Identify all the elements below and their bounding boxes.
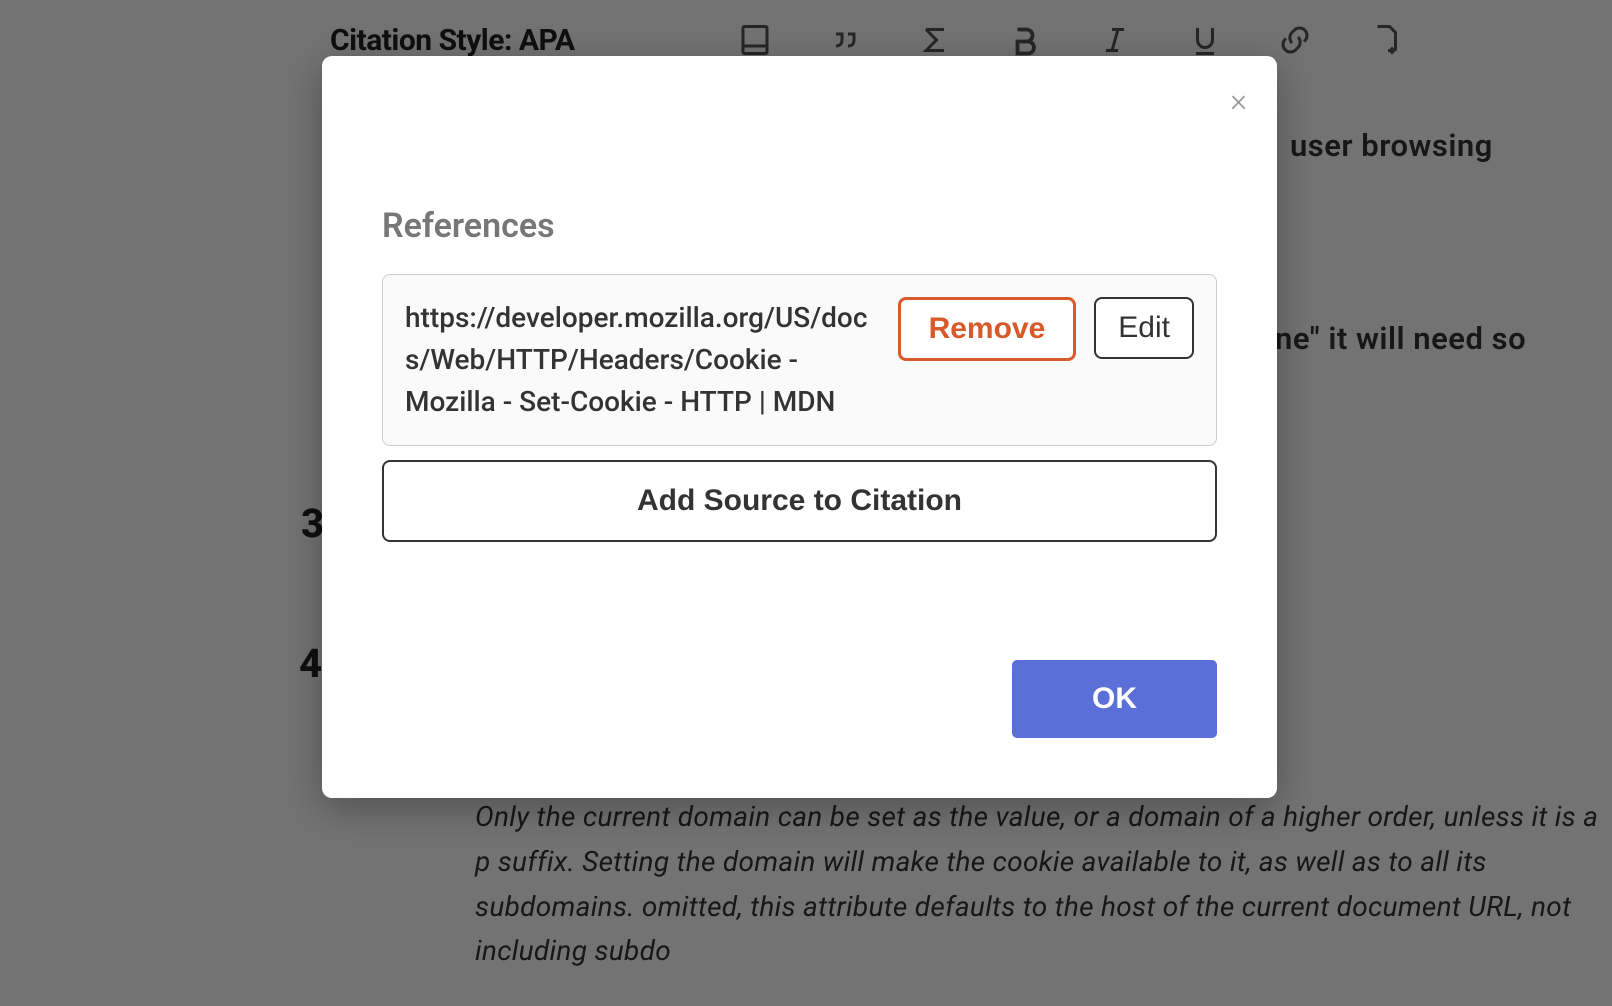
reference-text: https://developer.mozilla.org/US/docs/We… [405, 297, 880, 423]
ok-button[interactable]: OK [1012, 660, 1217, 738]
close-icon[interactable]: × [1230, 84, 1247, 116]
reference-item: https://developer.mozilla.org/US/docs/We… [382, 274, 1217, 446]
remove-button[interactable]: Remove [898, 297, 1077, 361]
edit-button[interactable]: Edit [1094, 297, 1194, 359]
modal-title: References [382, 206, 1217, 246]
references-modal: × References https://developer.mozilla.o… [322, 56, 1277, 798]
add-source-button[interactable]: Add Source to Citation [382, 460, 1217, 542]
